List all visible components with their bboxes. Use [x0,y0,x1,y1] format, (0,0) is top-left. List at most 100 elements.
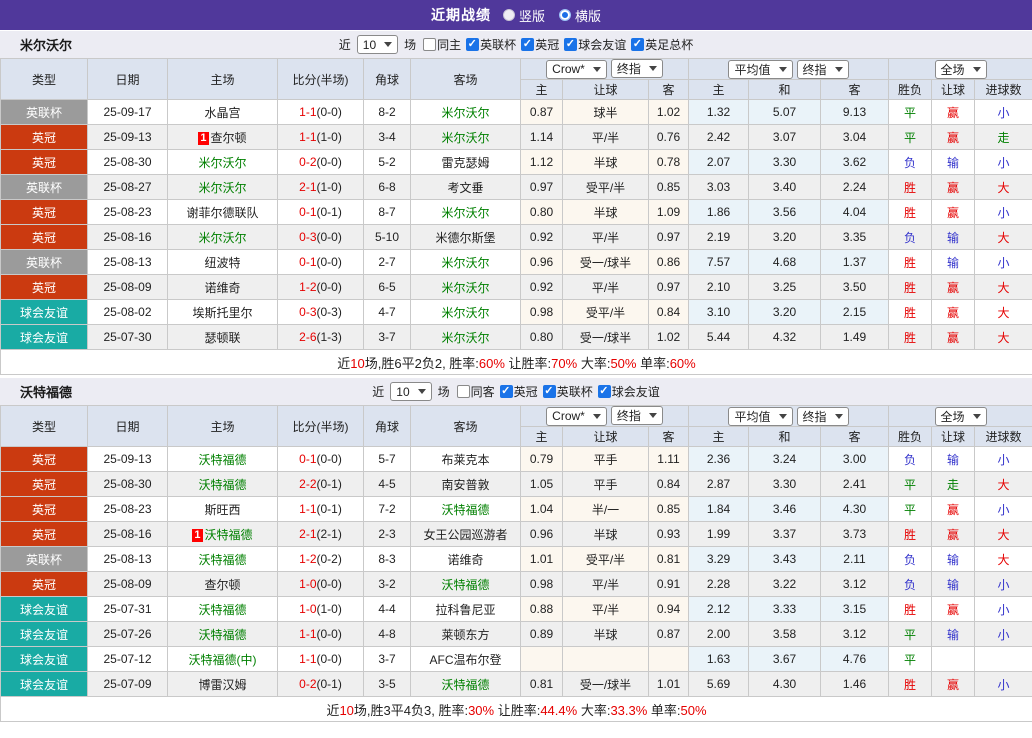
page-title: 近期战绩 [430,7,491,23]
score-cell: 1-1(0-0) [277,646,364,672]
checkbox-checked[interactable] [499,384,513,398]
sub-column-header: 客 [819,426,890,447]
average-select[interactable]: 平均值 [728,406,793,426]
bookmaker-select[interactable]: Crow* [546,59,607,79]
away-team: 米尔沃尔 [410,199,521,225]
halftime-score: (0-0) [316,652,342,666]
checkbox-checked[interactable] [564,37,578,51]
odds-time-select[interactable]: 终指 [796,59,849,79]
sub-column-header: 客 [648,426,689,447]
team-name: 沃特福德 [20,385,73,400]
halftime-score: (0-1) [316,677,342,691]
score-cell: 1-2(0-0) [277,274,364,300]
odds-handicap: 半球 [562,149,649,175]
home-team-name: 沃特福德 [198,452,247,467]
same-venue-filter[interactable]: 同客 [456,383,495,400]
average-select[interactable]: 平均值 [728,59,793,79]
odds-away: 0.86 [648,249,689,275]
score-cell: 2-1(2-1) [277,521,364,547]
period-select[interactable]: 全场 [934,59,987,79]
league-filter[interactable]: 英足总杯 [631,36,693,53]
date-cell: 25-09-17 [87,99,168,125]
sub-column-header: 主 [688,426,749,447]
checkbox-checked[interactable] [597,384,611,398]
avg-draw: 3.20 [748,299,821,325]
checkbox-unchecked[interactable] [423,38,437,51]
league-filter-label: 球会友谊 [578,38,627,52]
home-team-name: 埃斯托里尔 [192,305,253,320]
result-outcome: 平 [888,646,933,672]
average-select-value: 平均值 [734,409,771,424]
radio-unchecked[interactable] [502,9,515,21]
same-venue-filter[interactable]: 同主 [423,36,461,53]
filter-prefix: 近 [372,385,385,399]
result-goals: 小 [974,596,1032,622]
odds-away: 0.94 [648,596,689,622]
competition-type-badge: 英冠 [0,496,88,522]
radio-checked[interactable] [559,9,571,21]
home-team-name: 瑟顿联 [204,330,241,345]
checkbox-checked[interactable] [631,37,645,51]
match-count-select[interactable]: 10 [390,382,432,401]
match-count-select[interactable]: 10 [356,35,399,54]
odds-home [520,646,563,672]
odds-handicap: 平/半 [562,124,649,150]
checkbox-unchecked[interactable] [456,385,470,398]
score-cell: 1-2(0-2) [277,546,364,572]
result-handicap: 输 [931,546,976,572]
odds-away: 0.78 [648,149,689,175]
home-team-name: 斯旺西 [204,502,241,517]
league-filter[interactable]: 英联杯 [542,383,593,400]
column-header: 客场 [410,58,521,100]
odds-time-select[interactable]: 终指 [610,59,663,79]
summary-stat-label: 大率: [577,702,611,718]
display-mode-option[interactable]: 竖版 [502,6,545,25]
odds-handicap [562,646,649,672]
odds-away: 0.97 [648,274,689,300]
sub-column-header: 和 [748,426,821,447]
home-team-name: 谢菲尔德联队 [186,205,259,220]
competition-type-badge: 球会友谊 [0,621,88,647]
result-handicap: 赢 [931,521,976,547]
result-outcome: 胜 [888,274,933,300]
odds-home: 0.80 [520,199,563,225]
avg-away: 3.15 [819,596,890,622]
odds-home: 0.81 [520,671,563,697]
result-handicap: 输 [931,249,976,275]
odds-away: 0.87 [648,621,689,647]
column-header: 主场 [167,58,278,100]
halftime-score: (0-3) [316,305,342,319]
checkbox-checked[interactable] [521,37,535,51]
result-handicap: 赢 [931,299,976,325]
match-count-select-value: 10 [362,37,377,52]
date-cell: 25-08-02 [87,299,168,325]
odds-handicap: 平/半 [562,274,649,300]
odds-time-select[interactable]: 终指 [796,406,849,426]
avg-draw: 3.33 [748,596,821,622]
league-filter[interactable]: 英冠 [521,36,559,53]
home-team: 1 沃特福德 [167,521,278,547]
league-filter[interactable]: 球会友谊 [597,383,660,400]
away-team: 沃特福德 [410,671,521,697]
avg-away: 1.46 [819,671,890,697]
league-filter[interactable]: 球会友谊 [564,36,626,53]
chevron-down-icon [592,413,601,419]
odds-time-select[interactable]: 终指 [610,406,663,426]
bookmaker-select[interactable]: Crow* [546,406,607,426]
checkbox-checked[interactable] [466,37,480,51]
avg-home: 2.00 [688,621,749,647]
result-handicap: 赢 [931,174,976,200]
league-filter[interactable]: 英联杯 [466,36,516,53]
avg-draw: 3.46 [748,496,821,522]
league-filter[interactable]: 英冠 [499,383,538,400]
result-outcome: 负 [888,546,933,572]
competition-type-badge: 球会友谊 [0,646,88,672]
display-mode-option[interactable]: 横版 [559,6,601,25]
result-handicap: 赢 [931,199,976,225]
result-goals: 大 [974,299,1032,325]
column-header: 类型 [0,58,88,100]
result-handicap: 赢 [931,124,976,150]
period-select[interactable]: 全场 [934,406,987,426]
checkbox-checked[interactable] [542,384,556,398]
chevron-down-icon [592,66,601,72]
